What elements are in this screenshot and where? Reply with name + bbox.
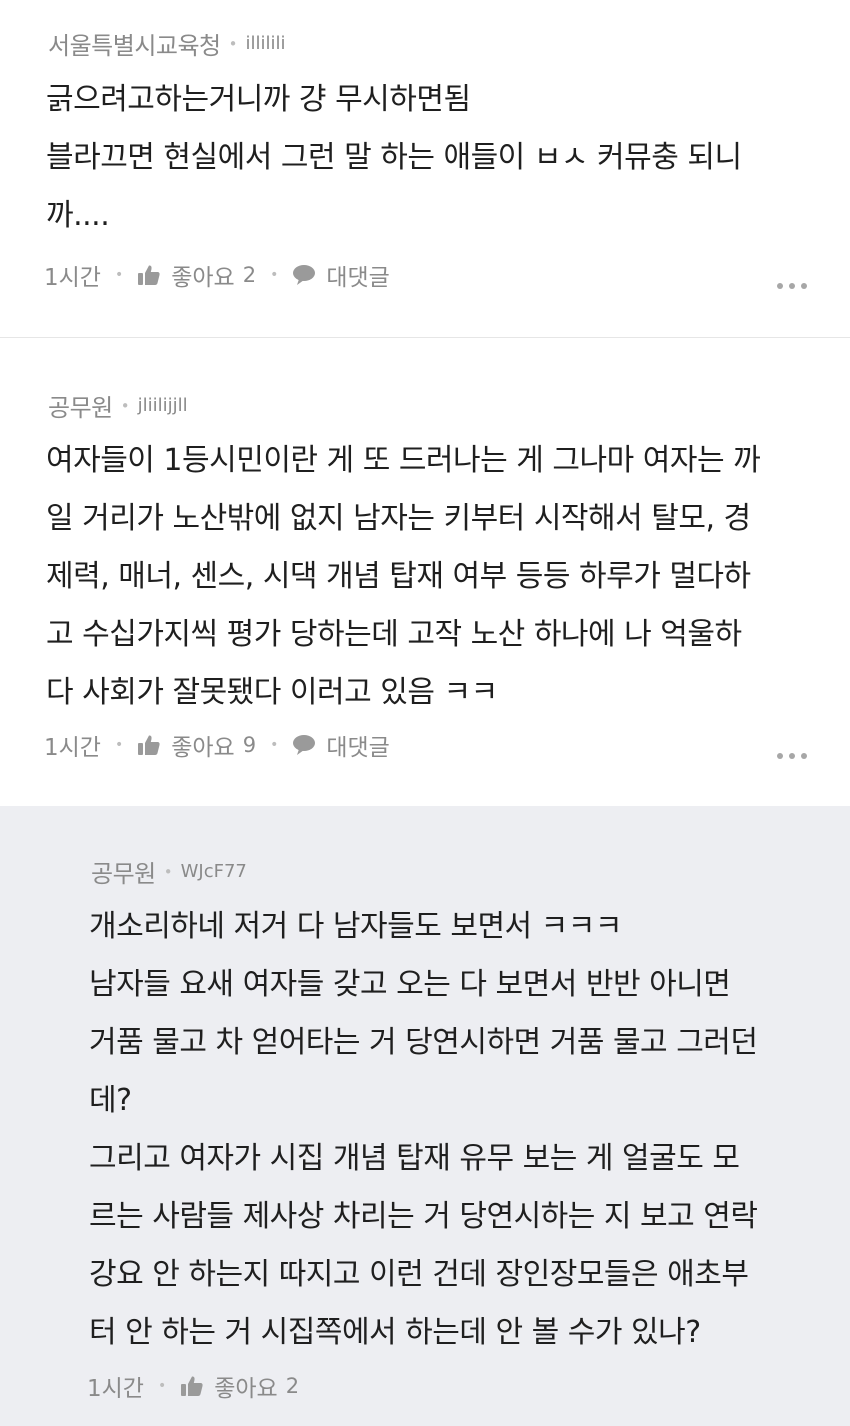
separator-dot: • [270,737,279,753]
separator-dot: • [270,267,279,283]
user-id: WJcF77 [180,861,247,882]
separator-dot: • [157,1378,167,1394]
like-label: 좋아요 [214,1376,278,1402]
comment-line: 제력, 매너, 센스, 시댁 개념 탑재 여부 등등 하루가 멀다하 [46,559,751,594]
author-name[interactable]: 공무원 [91,854,156,889]
comment-footer: 1시간 • 좋아요 2 • 대댓글 [44,258,390,292]
like-button[interactable]: 좋아요 2 [137,258,256,292]
separator-dot: • [114,737,124,753]
separator-dot: • [228,34,238,53]
comment: 공무원 • jliilijjll 여자들이 1등시민이란 게 또 드러나는 게 … [0,338,850,806]
reply-button[interactable]: 대댓글 [292,728,390,762]
thumbs-up-icon [180,1375,204,1397]
reply-comment: 공무원 • WJcF77 개소리하네 저거 다 남자들도 보면서 ㅋㅋㅋ 남자들… [0,806,850,1426]
more-dots-icon[interactable] [777,283,807,289]
comment-line: 데? [89,1083,132,1118]
comment-body: 개소리하네 저거 다 남자들도 보면서 ㅋㅋㅋ 남자들 요새 여자들 갖고 오는… [89,898,758,1362]
comment-body: 여자들이 1등시민이란 게 또 드러나는 게 그나마 여자는 까 일 거리가 노… [46,432,761,722]
more-dots-icon[interactable] [777,753,807,759]
comment-line: 고 수십가지씩 평가 당하는데 고작 노산 하나에 나 억울하 [46,617,742,652]
comment-body: 긁으려고하는거니까 걍 무시하면됨 블라끄면 현실에서 그런 말 하는 애들이 … [46,71,742,245]
speech-bubble-icon [292,734,316,756]
comment-footer: 1시간 • 좋아요 2 [87,1369,299,1403]
comment-header: 공무원 • jliilijjll [48,388,188,423]
thumbs-up-icon [137,734,161,756]
reply-label: 대댓글 [326,265,390,291]
timestamp: 1시간 [44,265,101,291]
author-name[interactable]: 공무원 [48,388,113,423]
comment-header: 공무원 • WJcF77 [91,854,247,889]
like-label: 좋아요 [171,265,235,291]
comment: 서울특별시교육청 • illilili 긁으려고하는거니까 걍 무시하면됨 블라… [0,0,850,338]
comment-line: 터 안 하는 거 시집쪽에서 하는데 안 볼 수가 있나? [89,1315,701,1350]
like-count: 2 [285,1374,300,1398]
separator-dot: • [163,862,173,881]
like-button[interactable]: 좋아요 9 [137,728,256,762]
comment-line: 개소리하네 저거 다 남자들도 보면서 ㅋㅋㅋ [89,909,622,944]
comment-line: 까.... [46,198,110,233]
speech-bubble-icon [292,264,316,286]
comment-line: 남자들 요새 여자들 갖고 오는 다 보면서 반반 아니면 [89,967,731,1002]
user-id: illilili [245,33,286,54]
timestamp: 1시간 [44,735,101,761]
comment-line: 여자들이 1등시민이란 게 또 드러나는 게 그나마 여자는 까 [46,443,761,478]
like-count: 2 [242,263,257,287]
comment-footer: 1시간 • 좋아요 9 • 대댓글 [44,728,390,762]
separator-dot: • [120,396,130,415]
timestamp: 1시간 [87,1376,144,1402]
comment-line: 강요 안 하는지 따지고 이런 건데 장인장모들은 애초부 [89,1257,749,1292]
like-count: 9 [242,733,257,757]
comment-line: 거품 물고 차 얻어타는 거 당연시하면 거품 물고 그러던 [89,1025,758,1060]
like-button[interactable]: 좋아요 2 [180,1369,299,1403]
like-label: 좋아요 [171,735,235,761]
separator-dot: • [114,267,124,283]
author-name[interactable]: 서울특별시교육청 [48,26,221,61]
comment-header: 서울특별시교육청 • illilili [48,26,286,61]
comment-line: 다 사회가 잘못됐다 이러고 있음 ㅋㅋ [46,675,498,710]
comment-line: 일 거리가 노산밖에 없지 남자는 키부터 시작해서 탈모, 경 [46,501,751,536]
comment-line: 르는 사람들 제사상 차리는 거 당연시하는 지 보고 연락 [89,1199,758,1234]
user-id: jliilijjll [137,395,188,416]
comment-line: 그리고 여자가 시집 개념 탑재 유무 보는 게 얼굴도 모 [89,1141,740,1176]
reply-label: 대댓글 [326,735,390,761]
reply-button[interactable]: 대댓글 [292,258,390,292]
thumbs-up-icon [137,264,161,286]
comment-line: 블라끄면 현실에서 그런 말 하는 애들이 ㅂㅅ 커뮤충 되니 [46,140,742,175]
comment-line: 긁으려고하는거니까 걍 무시하면됨 [46,82,471,117]
